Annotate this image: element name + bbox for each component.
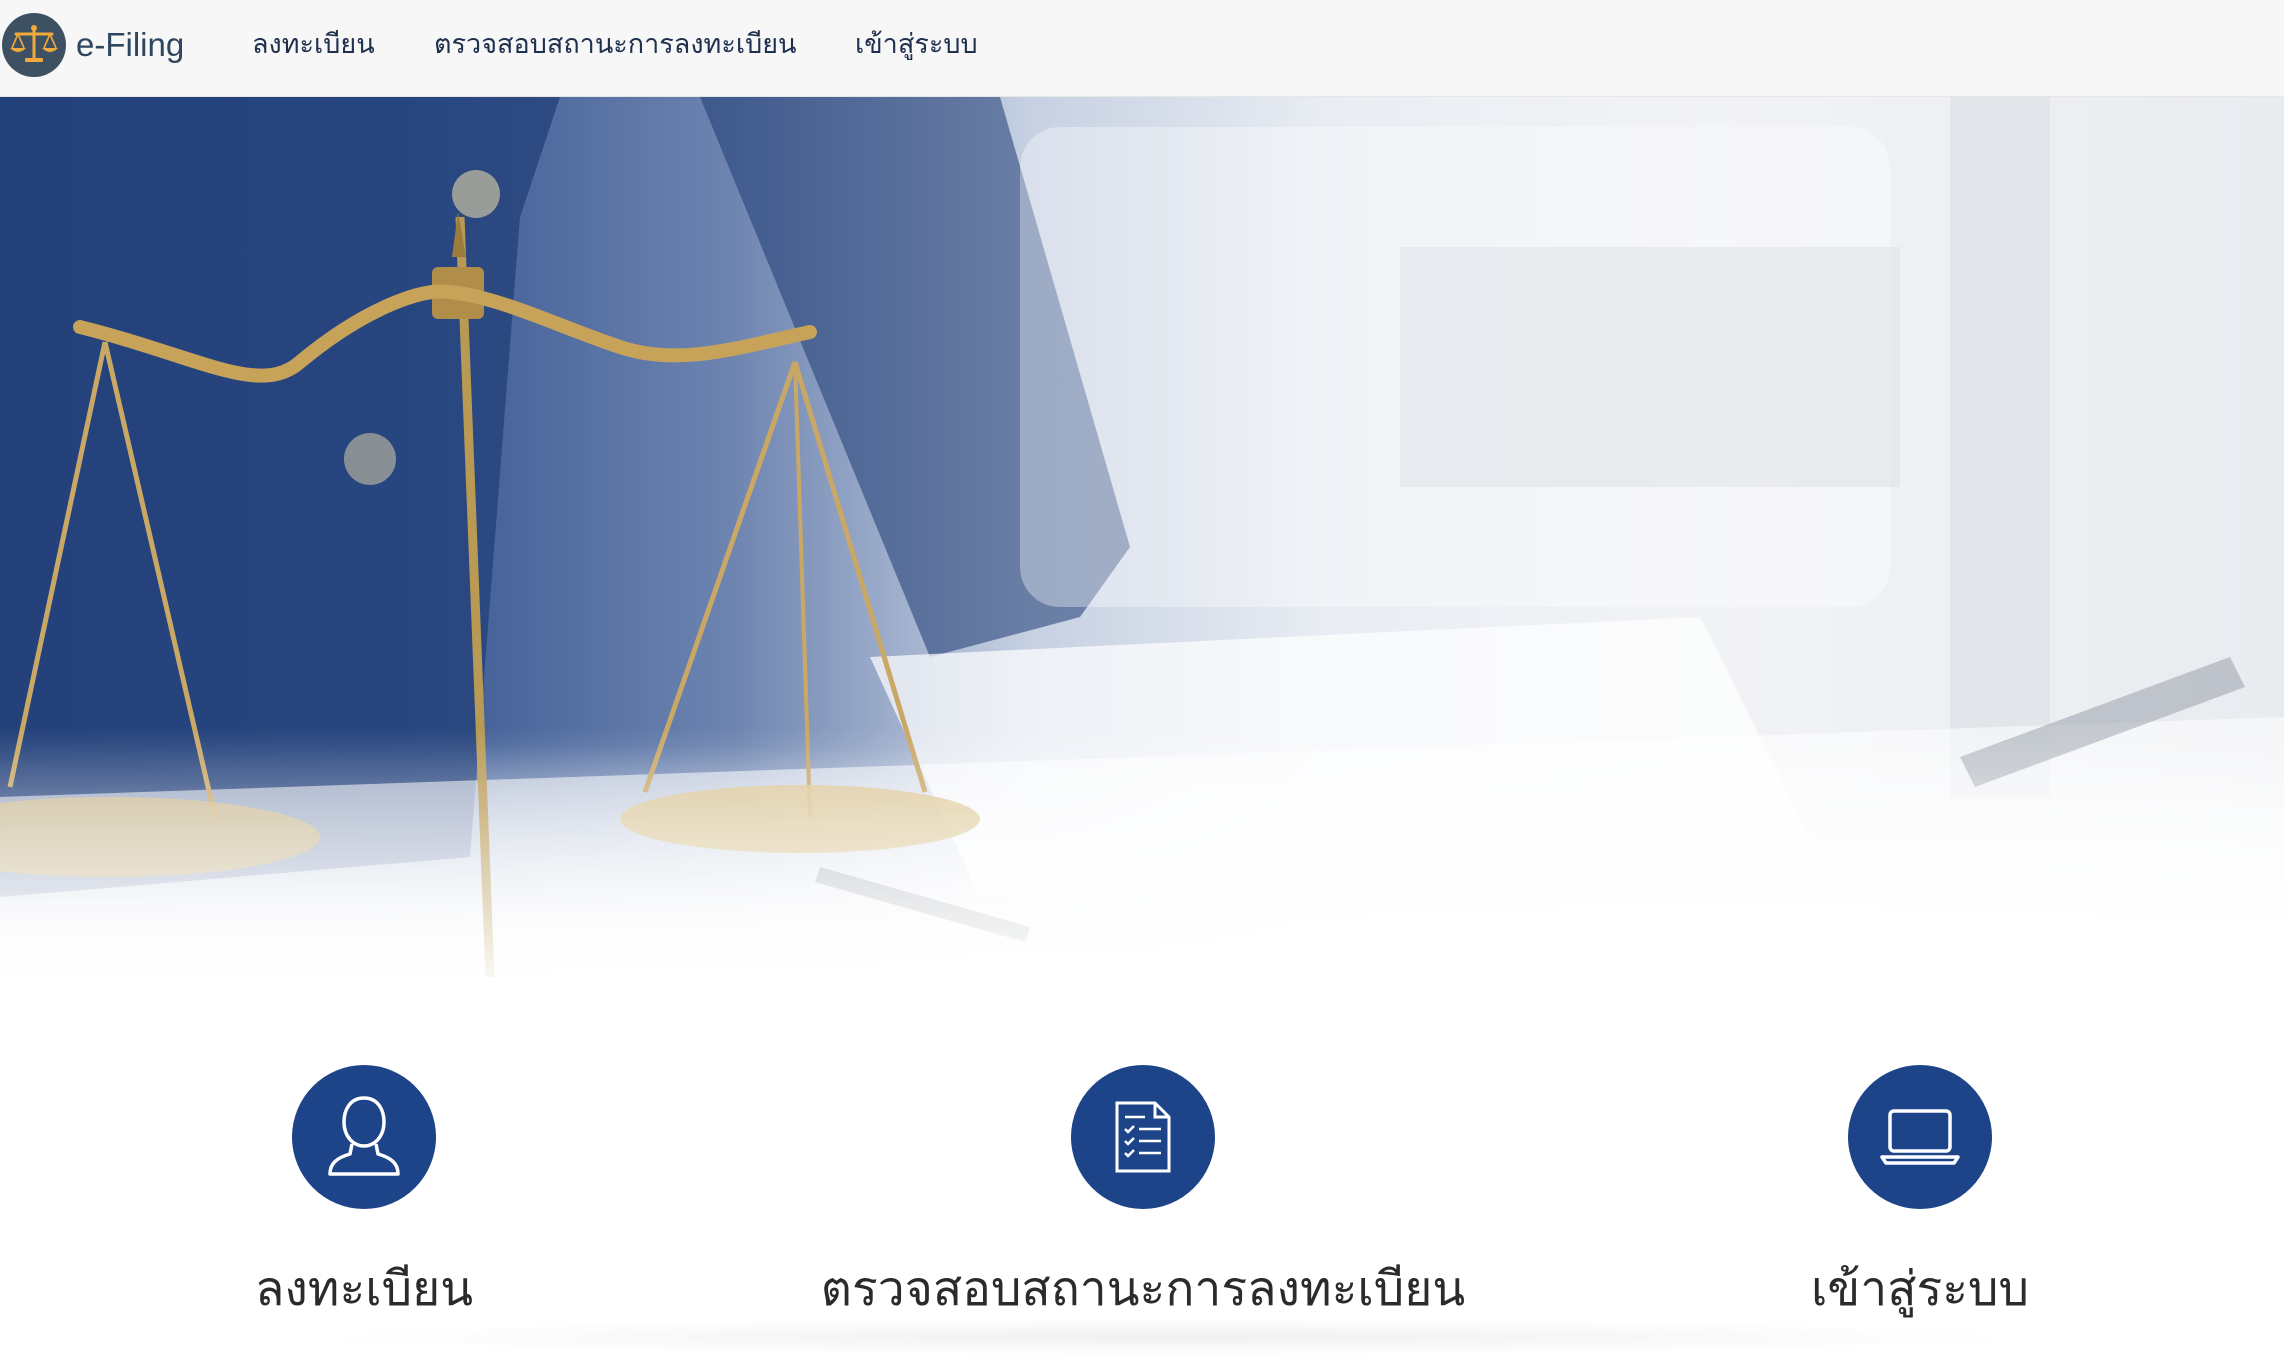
login-label[interactable]: เข้าสู่ระบบ xyxy=(1714,1251,2126,1327)
brand-link[interactable]: e-Filing xyxy=(0,12,184,78)
hero-banner xyxy=(0,97,2284,997)
checklist-document-icon xyxy=(1115,1101,1171,1173)
register-label[interactable]: ลงทะเบียน xyxy=(158,1251,570,1327)
brand-name: e-Filing xyxy=(76,26,185,63)
feature-check-status: ตรวจสอบสถานะการลงทะเบียน xyxy=(803,1065,1483,1327)
scales-of-justice-icon xyxy=(2,13,66,77)
feature-login: เข้าสู่ระบบ xyxy=(1714,1065,2126,1327)
check-status-circle-button[interactable] xyxy=(1071,1065,1215,1209)
register-circle-button[interactable] xyxy=(292,1065,436,1209)
nav-check-status-link[interactable]: ตรวจสอบสถานะการลงทะเบียน xyxy=(434,22,796,68)
check-status-label[interactable]: ตรวจสอบสถานะการลงทะเบียน xyxy=(803,1251,1483,1327)
section-shadow xyxy=(300,1318,2040,1356)
feature-register: ลงทะเบียน xyxy=(158,1065,570,1327)
laptop-icon xyxy=(1880,1109,1960,1165)
top-navbar: e-Filing ลงทะเบียน ตรวจสอบสถานะการลงทะเบ… xyxy=(0,0,2284,97)
user-icon xyxy=(328,1096,400,1176)
login-circle-button[interactable] xyxy=(1848,1065,1992,1209)
nav-register-link[interactable]: ลงทะเบียน xyxy=(252,22,375,68)
scales-of-justice-photo xyxy=(0,97,2284,997)
nav-login-link[interactable]: เข้าสู่ระบบ xyxy=(855,22,978,68)
